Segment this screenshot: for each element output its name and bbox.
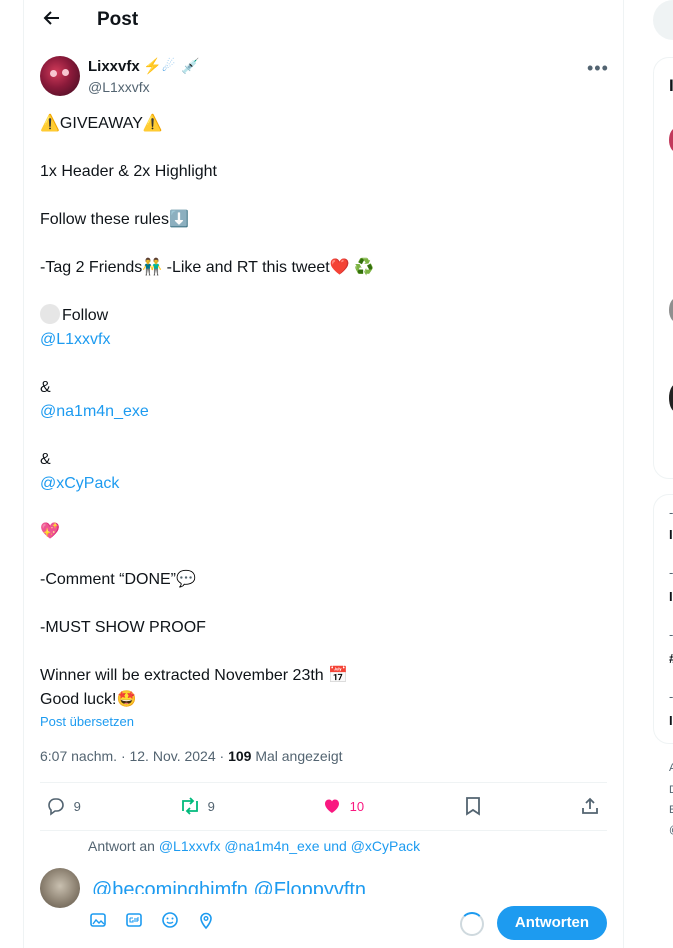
more-options-icon[interactable]: •••: [587, 58, 609, 79]
main-column: Post Lixxvfx ⚡☄ 💉 @L1xxvfx ••• ⚠️GIVEAWAY…: [23, 0, 624, 948]
author-handle[interactable]: @L1xxvfx: [88, 79, 150, 95]
mention-link[interactable]: @L1xxvfx: [40, 328, 610, 352]
back-arrow-icon[interactable]: [42, 8, 62, 28]
reply-button[interactable]: Antworten: [497, 906, 607, 940]
tweet-timestamp[interactable]: 6:07 nachm. · 12. Nov. 2024 ·: [40, 748, 228, 764]
avatar[interactable]: [669, 384, 673, 412]
divider: [40, 830, 607, 831]
trend-label: -: [669, 505, 673, 520]
trend-label: -: [669, 689, 673, 704]
sidebar-card-who-to-follow: I: [653, 57, 673, 479]
reply-icon: [48, 798, 64, 816]
heart-icon: [325, 799, 339, 813]
author-avatar[interactable]: [40, 56, 80, 96]
mention-link[interactable]: @xCyPack: [40, 472, 610, 496]
footer-link[interactable]: A: [669, 762, 673, 774]
char-progress-icon: [460, 912, 484, 936]
comet-icon: ☄: [161, 58, 176, 75]
reply-to-mentions[interactable]: @L1xxvfx @na1m4n_exe: [159, 838, 320, 854]
bookmark-icon: [466, 797, 480, 816]
reply-to-line: Antwort an @L1xxvfx @na1m4n_exe und @xCy…: [88, 838, 420, 854]
footer-link[interactable]: E: [669, 804, 673, 816]
mention-link[interactable]: @na1m4n_exe: [40, 400, 610, 424]
tweet-text: ⚠️GIVEAWAY⚠️ 1x Header & 2x Highlight Fo…: [40, 112, 610, 712]
syringe-icon: 💉: [181, 58, 200, 75]
reply-input[interactable]: @becominghimfn @Floppyvftn: [92, 876, 366, 894]
page-header: Post: [24, 0, 623, 40]
repost-icon: [182, 797, 198, 815]
image-icon[interactable]: [88, 910, 112, 934]
trend-title[interactable]: I: [669, 527, 673, 542]
reply-to-last[interactable]: @xCyPack: [351, 838, 420, 854]
reply-to-and[interactable]: und: [320, 838, 351, 854]
footer-link[interactable]: @: [669, 824, 673, 836]
tweet-line: 1x Header & 2x Highlight: [40, 163, 217, 180]
tweet-line: Follow these rules⬇️: [40, 211, 189, 228]
tweet-meta: 6:07 nachm. · 12. Nov. 2024 · 109 Mal an…: [40, 748, 343, 764]
trend-label: -: [669, 565, 673, 580]
view-label: Mal angezeigt: [251, 748, 343, 764]
footer-link[interactable]: D: [669, 784, 673, 796]
reply-to-label: Antwort an: [88, 838, 159, 854]
emoji-icon[interactable]: [160, 910, 184, 934]
author-badges: ⚡☄ 💉: [143, 57, 200, 75]
tweet-line: ⚠️GIVEAWAY⚠️: [40, 115, 163, 132]
action-bar: 9 9 10: [40, 794, 607, 822]
share-action[interactable]: [580, 796, 600, 816]
tweet-line: 💖: [40, 523, 60, 540]
trend-title[interactable]: #: [669, 651, 673, 666]
tweet-line: -Tag 2 Friends👬 -Like and RT this tweet❤…: [40, 259, 374, 276]
tweet-line: -MUST SHOW PROOF: [40, 619, 206, 636]
location-icon[interactable]: [196, 910, 220, 934]
circle-emoji-icon: [40, 304, 60, 324]
tweet-line: Winner will be extracted November 23th 📅: [40, 667, 349, 684]
author-name[interactable]: Lixxvfx: [88, 58, 140, 75]
view-count: 109: [228, 748, 252, 764]
gif-icon[interactable]: [124, 910, 148, 934]
reply-avatar[interactable]: [40, 868, 80, 908]
trend-title[interactable]: I: [669, 713, 673, 728]
tweet-line: Good luck!🤩: [40, 691, 137, 708]
tweet-line: Follow: [40, 304, 610, 328]
reply-action[interactable]: 9: [46, 796, 81, 816]
search-pill[interactable]: [653, 0, 673, 40]
like-action[interactable]: 10: [322, 796, 364, 816]
avatar[interactable]: [669, 128, 673, 152]
trend-label: -: [669, 627, 673, 642]
repost-action[interactable]: 9: [178, 796, 215, 816]
card-title: I: [669, 76, 673, 95]
tweet-line: -Comment “DONE”💬: [40, 571, 196, 588]
reply-count: 9: [73, 799, 81, 814]
tweet-line: &: [40, 379, 51, 396]
like-count: 10: [349, 799, 365, 814]
page-title: Post: [97, 9, 139, 30]
divider: [40, 782, 607, 783]
avatar[interactable]: [669, 298, 673, 322]
trend-title[interactable]: I: [669, 589, 673, 604]
translate-link[interactable]: Post übersetzen: [40, 714, 134, 729]
bookmark-action[interactable]: [464, 796, 482, 816]
tweet-line: &: [40, 451, 51, 468]
share-icon: [582, 797, 598, 814]
repost-count: 9: [207, 799, 215, 814]
sidebar-card-trends: - I - I - # - I: [653, 494, 673, 744]
lightning-icon: ⚡: [143, 58, 162, 75]
